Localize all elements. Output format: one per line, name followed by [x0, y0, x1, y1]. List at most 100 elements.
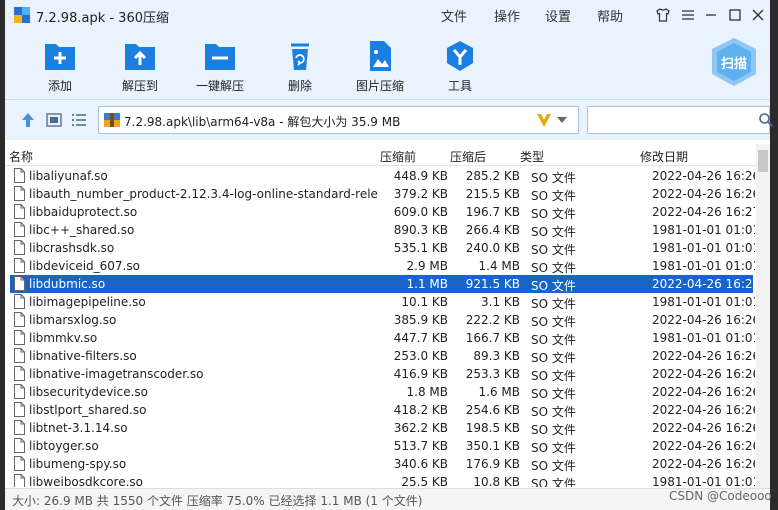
file-size-before: 1.1 MB	[406, 277, 448, 291]
image-compress-label: 图片压缩	[355, 79, 404, 93]
file-icon	[14, 186, 25, 201]
column-type[interactable]: 类型	[520, 148, 544, 165]
file-size-before: 535.1 KB	[393, 241, 448, 255]
file-date: 2022-04-26 16:26	[652, 367, 755, 381]
menu-lines-icon[interactable]	[678, 5, 698, 25]
file-row[interactable]: libdeviceid_607.so 2.9 MB 1.4 MB SO 文件 1981-…	[10, 257, 755, 275]
file-date: 2022-04-26 16:26	[652, 421, 755, 435]
search-input[interactable]	[587, 106, 774, 134]
file-row[interactable]: libimagepipeline.so 10.1 KB 3.1 KB SO 文件 198…	[10, 293, 755, 311]
file-row[interactable]: libbaiduprotect.so 609.0 KB 196.7 KB SO 文件 2…	[10, 203, 755, 221]
file-row[interactable]: libauth_number_product-2.12.3.4-log-onli…	[10, 185, 755, 203]
file-type: SO 文件	[531, 207, 576, 221]
one-click-extract-button[interactable]: 一键解压	[182, 36, 258, 96]
search-icon[interactable]	[758, 112, 774, 128]
file-type: SO 文件	[531, 423, 576, 437]
file-type: SO 文件	[531, 333, 576, 347]
file-size-before: 418.2 KB	[393, 403, 448, 417]
file-date: 2022-04-26 16:26	[652, 385, 755, 399]
file-name: libnative-imagetranscoder.so	[29, 367, 204, 381]
file-size-before: 513.7 KB	[393, 439, 448, 453]
extract-to-button[interactable]: 解压到	[102, 36, 178, 96]
file-name: libmarsxlog.so	[29, 313, 117, 327]
image-compress-button[interactable]: 图片压缩	[342, 36, 418, 96]
thumbnail-view-icon[interactable]	[45, 111, 63, 129]
delete-button[interactable]: 删除	[262, 36, 338, 96]
file-icon	[14, 240, 25, 255]
file-type: SO 文件	[531, 279, 576, 293]
file-icon	[14, 474, 25, 487]
file-size-before: 447.7 KB	[393, 331, 448, 345]
file-name: libnative-filters.so	[29, 349, 137, 363]
file-row[interactable]: libaliyunaf.so 448.9 KB 285.2 KB SO 文件 2022-…	[10, 167, 755, 185]
file-size-after: 254.6 KB	[465, 403, 520, 417]
file-name: libdubmic.so	[29, 277, 106, 291]
file-row[interactable]: libmarsxlog.so 385.9 KB 222.2 KB SO 文件 2022-…	[10, 311, 755, 329]
file-row[interactable]: libsecuritydevice.so 1.8 MB 1.6 MB SO 文件 202…	[10, 383, 755, 401]
column-modified-date[interactable]: 修改日期	[640, 148, 688, 165]
delete-label: 删除	[287, 79, 312, 93]
file-size-after: 266.4 KB	[465, 223, 520, 237]
file-icon	[14, 222, 25, 237]
file-size-after: 166.7 KB	[465, 331, 520, 345]
maximize-icon[interactable]	[725, 5, 745, 25]
vertical-scrollbar[interactable]	[756, 144, 770, 488]
file-date: 2022-04-26 16:26	[652, 277, 755, 291]
file-date: 2022-04-26 16:26	[652, 403, 755, 417]
file-row[interactable]: libdubmic.so 1.1 MB 921.5 KB SO 文件 2022-04-2…	[10, 275, 755, 293]
file-row[interactable]: libnative-filters.so 253.0 KB 89.3 KB SO 文件…	[10, 347, 755, 365]
file-row[interactable]: libmmkv.so 447.7 KB 166.7 KB SO 文件 1981-01-0…	[10, 329, 755, 347]
file-row[interactable]: libumeng-spy.so 340.6 KB 176.9 KB SO 文件 2022…	[10, 455, 755, 473]
image-compress-icon	[370, 41, 391, 71]
column-compressed-after[interactable]: 压缩后	[450, 148, 486, 165]
up-arrow-icon[interactable]	[19, 111, 37, 129]
file-date: 1981-01-01 01:01	[652, 475, 755, 487]
file-size-before: 253.0 KB	[393, 349, 448, 363]
file-name: libmmkv.so	[29, 331, 98, 345]
file-row[interactable]: libtnet-3.1.14.so 362.2 KB 198.5 KB SO 文件 20…	[10, 419, 755, 437]
menu-help[interactable]: 帮助	[597, 6, 623, 25]
path-dropdown-icon[interactable]	[557, 117, 567, 123]
list-view-icon[interactable]	[70, 111, 88, 129]
file-icon	[14, 330, 25, 345]
file-name: libauth_number_product-2.12.3.4-log-onli…	[29, 187, 379, 201]
add-folder-icon	[45, 44, 75, 70]
scrollbar-thumb[interactable]	[758, 150, 768, 172]
add-button[interactable]: 添加	[22, 36, 98, 96]
close-icon[interactable]	[748, 5, 768, 25]
skin-shirt-icon[interactable]	[653, 5, 673, 25]
tools-button[interactable]: 工具	[422, 36, 498, 96]
file-size-after: 1.4 MB	[478, 259, 520, 273]
column-compressed-before[interactable]: 压缩前	[380, 148, 416, 165]
file-name: libcrashsdk.so	[29, 241, 115, 255]
file-icon	[14, 276, 25, 291]
file-size-before: 362.2 KB	[393, 421, 448, 435]
file-type: SO 文件	[531, 225, 576, 239]
file-name: libumeng-spy.so	[29, 457, 127, 471]
menu-file[interactable]: 文件	[441, 6, 467, 25]
file-row[interactable]: libtoyger.so 513.7 KB 350.1 KB SO 文件 2022-04…	[10, 437, 755, 455]
file-name: libstlport_shared.so	[29, 403, 147, 417]
menu-operation[interactable]: 操作	[494, 6, 520, 25]
file-type: SO 文件	[531, 189, 576, 203]
file-row[interactable]: libcrashsdk.so 535.1 KB 240.0 KB SO 文件 1981-…	[10, 239, 755, 257]
minimize-icon[interactable]	[701, 5, 721, 25]
extract-to-icon	[125, 44, 155, 70]
path-field[interactable]: 7.2.98.apk\lib\arm64-v8a - 解包大小为 35.9 MB	[98, 106, 579, 134]
file-date: 2022-04-26 16:26	[652, 313, 755, 327]
tools-label: 工具	[447, 79, 472, 93]
menu-settings[interactable]: 设置	[545, 6, 571, 25]
column-name[interactable]: 名称	[9, 148, 33, 165]
tools-icon	[447, 41, 473, 71]
file-type: SO 文件	[531, 171, 576, 185]
file-row[interactable]: libweibosdkcore.so 25.5 KB 10.8 KB SO 文件 198…	[10, 473, 755, 487]
archive-app-icon	[14, 7, 30, 23]
file-row[interactable]: libstlport_shared.so 418.2 KB 254.6 KB SO 文…	[10, 401, 755, 419]
file-type: SO 文件	[531, 351, 576, 365]
file-icon	[14, 258, 25, 273]
scan-button[interactable]: 扫描	[708, 36, 760, 88]
file-row[interactable]: libc++_shared.so 890.3 KB 266.4 KB SO 文件 198…	[10, 221, 755, 239]
file-row[interactable]: libnative-imagetranscoder.so 416.9 KB 253.…	[10, 365, 755, 383]
file-name: libdeviceid_607.so	[29, 259, 140, 273]
version-badge-icon[interactable]	[535, 111, 553, 129]
